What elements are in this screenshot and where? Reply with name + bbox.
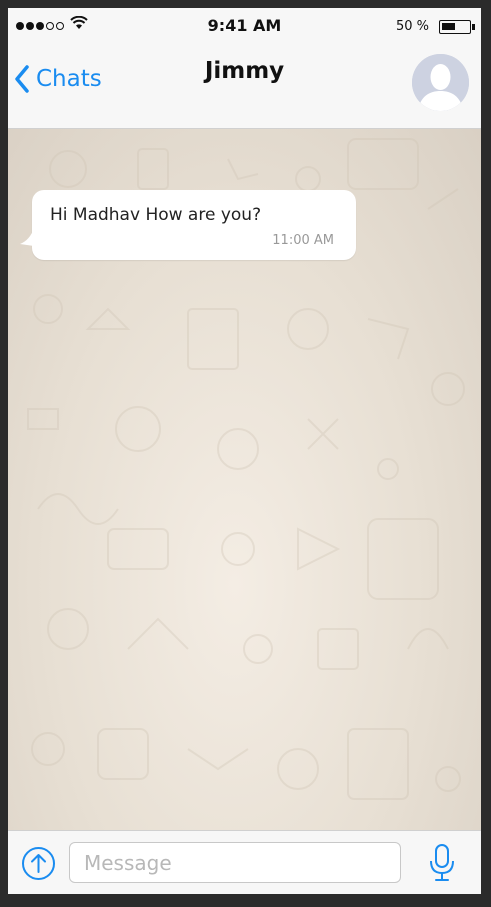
phone-screen: 9:41 AM 50 % Chats Jimmy Hi Madhav How a… — [8, 8, 481, 894]
contact-name: Jimmy — [204, 58, 285, 84]
navigation-bar: Chats Jimmy — [8, 44, 481, 129]
bubble-tail — [20, 228, 34, 246]
message-timestamp: 11:00 AM — [272, 233, 334, 248]
status-bar: 9:41 AM 50 % — [8, 8, 481, 44]
microphone-button[interactable] — [429, 843, 455, 883]
attach-button[interactable] — [21, 846, 56, 881]
avatar[interactable] — [412, 54, 469, 111]
battery-icon — [439, 20, 471, 34]
chat-area[interactable]: Hi Madhav How are you? 11:00 AM — [8, 129, 481, 830]
person-silhouette-icon — [412, 54, 469, 111]
battery-percentage: 50 % — [395, 19, 429, 34]
battery-tip — [472, 24, 475, 30]
battery-level — [442, 23, 455, 30]
upload-arrow-icon — [22, 847, 55, 880]
microphone-icon — [430, 844, 454, 881]
message-input[interactable] — [69, 842, 401, 883]
message-bubble[interactable]: Hi Madhav How are you? 11:00 AM — [20, 190, 356, 260]
message-text: Hi Madhav How are you? — [50, 205, 262, 225]
message-input-bar — [8, 830, 481, 894]
